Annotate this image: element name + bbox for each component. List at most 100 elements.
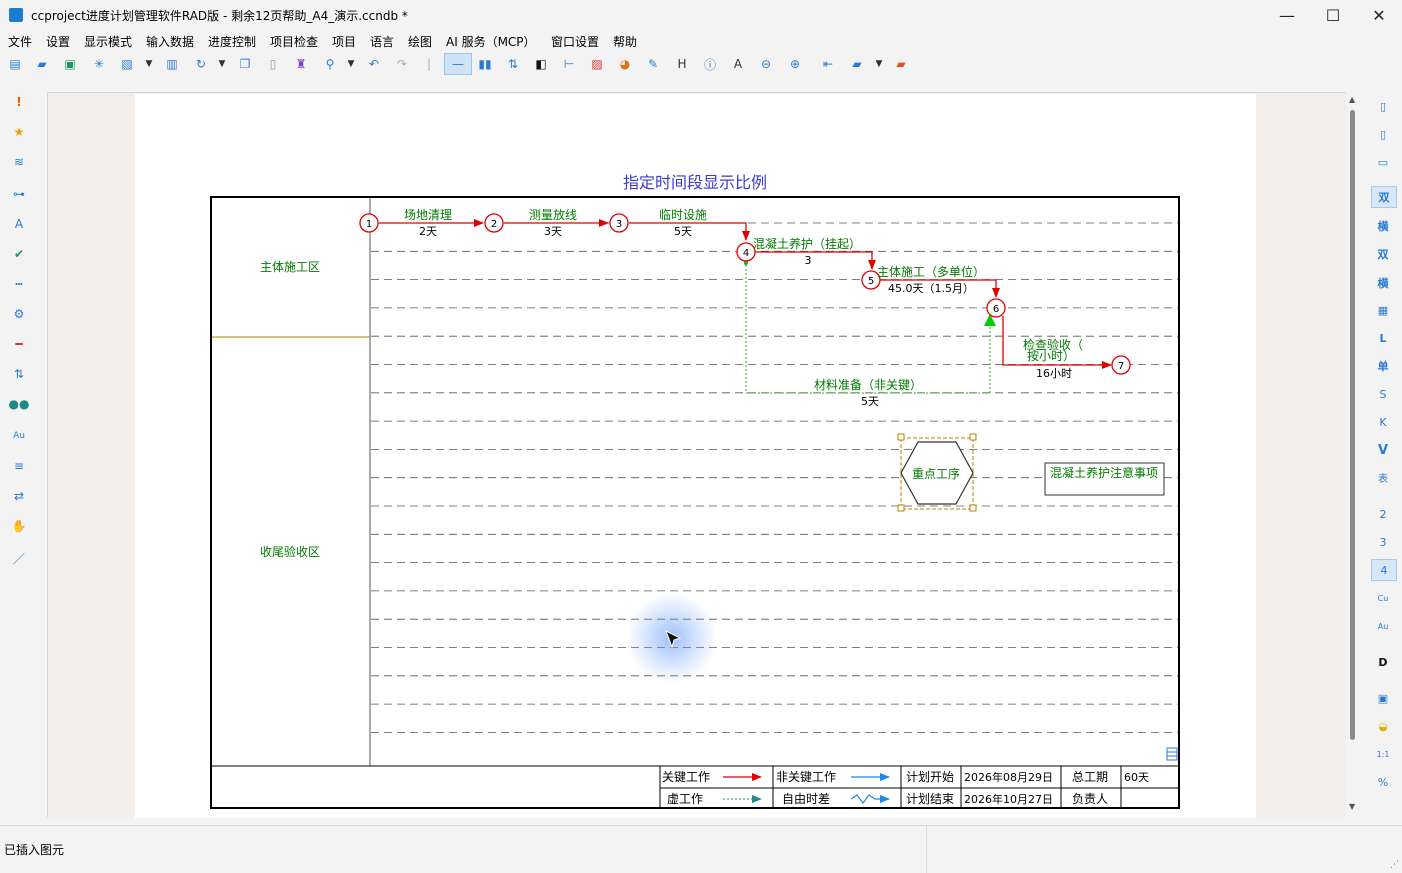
heading-icon[interactable]: H (674, 56, 690, 72)
check-icon[interactable]: ✔ (10, 246, 28, 262)
text-icon[interactable]: A (730, 56, 746, 72)
table-toggle-icon[interactable] (1166, 747, 1178, 761)
info-icon[interactable]: ⓘ (702, 56, 718, 72)
columns-icon[interactable]: ▮▮ (477, 56, 493, 72)
wand-icon[interactable]: ／ (10, 550, 28, 566)
au-button[interactable]: Au (1371, 616, 1395, 636)
wave-icon[interactable]: ≋ (10, 154, 28, 170)
users-icon[interactable]: ●● (9, 396, 30, 412)
menu-help[interactable]: 帮助 (613, 33, 637, 50)
scale-1-1-button[interactable]: 1:1 (1371, 744, 1395, 764)
refresh-icon[interactable]: ↻ (193, 56, 209, 72)
menu-file[interactable]: 文件 (8, 33, 32, 50)
scale-3-button[interactable]: 3 (1371, 532, 1395, 552)
palette-icon[interactable]: ◕ (617, 56, 633, 72)
scroll-up-icon[interactable]: ▲ (1349, 95, 1355, 104)
dropdown-arrow-icon[interactable]: ▼ (871, 56, 887, 72)
new-file-icon[interactable]: ▤ (7, 56, 23, 72)
s-button[interactable]: S (1371, 384, 1395, 404)
v-button[interactable]: V (1371, 440, 1395, 460)
single-view-button[interactable]: 单 (1371, 356, 1395, 376)
hexagon-shape[interactable]: 重点工序 (897, 433, 977, 512)
au-icon[interactable]: Au (10, 428, 28, 444)
node-7[interactable]: 7 (1111, 355, 1131, 375)
menu-draw[interactable]: 绘图 (408, 33, 432, 50)
paste-icon[interactable]: ▯ (265, 56, 281, 72)
dropdown-arrow-icon[interactable]: ▼ (141, 56, 157, 72)
exit-folder-icon[interactable]: ▰ (893, 56, 909, 72)
node-2[interactable]: 2 (484, 213, 504, 233)
double-view-button[interactable]: 双 (1371, 186, 1397, 208)
node-1[interactable]: 1 (359, 213, 379, 233)
edit-doc-icon[interactable]: ✎ (645, 56, 661, 72)
star-icon[interactable]: ★ (10, 124, 28, 140)
vertical-scrollbar[interactable]: ▲ ▼ (1346, 92, 1360, 816)
line-mode-icon[interactable]: — (444, 53, 472, 75)
menu-project[interactable]: 项目 (332, 33, 356, 50)
hand-icon[interactable]: ✋ (10, 518, 28, 534)
folder-icon[interactable]: ▰ (849, 56, 865, 72)
menu-input-data[interactable]: 输入数据 (146, 33, 194, 50)
double-view-alt-button[interactable]: 双 (1371, 244, 1395, 264)
dropdown-arrow-icon[interactable]: ▼ (343, 56, 359, 72)
dotted-line-icon[interactable]: ┅ (10, 276, 28, 292)
panel-left-icon[interactable]: ▯ (1371, 96, 1395, 116)
comment-icon[interactable]: ◒ (1371, 716, 1395, 736)
redo-icon[interactable]: ↷ (394, 56, 410, 72)
frame-icon[interactable]: ▣ (1371, 688, 1395, 708)
route-icon[interactable]: ⊢ (561, 56, 577, 72)
cu-button[interactable]: Cu (1371, 588, 1395, 608)
node-6[interactable]: 6 (986, 298, 1006, 318)
close-button[interactable]: ✕ (1356, 0, 1402, 30)
open-folder-icon[interactable]: ▰ (34, 56, 50, 72)
menu-window-settings[interactable]: 窗口设置 (551, 33, 599, 50)
horizontal-view-alt-button[interactable]: 横 (1371, 273, 1395, 293)
minus-line-icon[interactable]: ━ (10, 336, 28, 352)
menu-language[interactable]: 语言 (370, 33, 394, 50)
search-icon[interactable]: ⚲ (322, 56, 338, 72)
zoom-in-icon[interactable]: ⊕ (787, 56, 803, 72)
horizontal-view-button[interactable]: 横 (1371, 216, 1395, 236)
sort-list-icon[interactable]: ⇅ (10, 366, 28, 382)
scale-4-button[interactable]: 4 (1371, 559, 1397, 581)
panel-right-icon[interactable]: ▯ (1371, 124, 1395, 144)
menu-progress-control[interactable]: 进度控制 (208, 33, 256, 50)
maximize-button[interactable]: ☐ (1310, 0, 1356, 30)
contrast-icon[interactable]: ◧ (533, 56, 549, 72)
sort-icon[interactable]: ⇅ (505, 56, 521, 72)
format-painter-icon[interactable]: ♜ (293, 56, 309, 72)
resize-grip-icon[interactable]: ⋰ (1390, 860, 1399, 870)
zoom-out-icon[interactable]: ⊖ (758, 56, 774, 72)
menu-settings[interactable]: 设置 (46, 33, 70, 50)
document-delete-icon[interactable]: ▨ (589, 56, 605, 72)
menu-ai-service[interactable]: AI 服务（MCP） (446, 33, 536, 50)
filter-icon[interactable]: ≡ (10, 458, 28, 474)
k-button[interactable]: K (1371, 412, 1395, 432)
note-box[interactable]: 混凝土养护注意事项 (1044, 462, 1165, 496)
alert-icon[interactable]: ! (10, 94, 28, 110)
key-icon[interactable]: ⊶ (10, 186, 28, 202)
collapse-icon[interactable]: ⇤ (820, 56, 836, 72)
gear-icon[interactable]: ⚙ (10, 306, 28, 322)
undo-icon[interactable]: ↶ (366, 56, 382, 72)
dropdown-arrow-icon[interactable]: ▼ (214, 56, 230, 72)
snowflake-icon[interactable]: ✳ (91, 56, 107, 72)
print-icon[interactable]: ▥ (164, 56, 180, 72)
panel-bottom-icon[interactable]: ▭ (1371, 152, 1395, 172)
swap-icon[interactable]: ⇄ (10, 488, 28, 504)
copy-icon[interactable]: ❐ (237, 56, 253, 72)
export-image-icon[interactable]: ▧ (119, 56, 135, 72)
menu-project-check[interactable]: 项目检查 (270, 33, 318, 50)
task-arrow-4-5[interactable] (755, 251, 876, 270)
diagram-page[interactable]: 指定时间段显示比例 主体施工区 收尾验收区 1 2 3 4 5 6 7 场地清理… (135, 94, 1256, 818)
scale-2-button[interactable]: 2 (1371, 504, 1395, 524)
scroll-down-icon[interactable]: ▼ (1349, 802, 1355, 811)
table-icon[interactable]: ▦ (1371, 300, 1395, 320)
table-view-button[interactable]: 表 (1371, 467, 1395, 487)
font-size-icon[interactable]: A (10, 216, 28, 232)
save-icon[interactable]: ▣ (62, 56, 78, 72)
node-3[interactable]: 3 (609, 213, 629, 233)
l-button[interactable]: L (1371, 328, 1395, 348)
menu-display-mode[interactable]: 显示模式 (84, 33, 132, 50)
percent-button[interactable]: % (1371, 772, 1395, 792)
